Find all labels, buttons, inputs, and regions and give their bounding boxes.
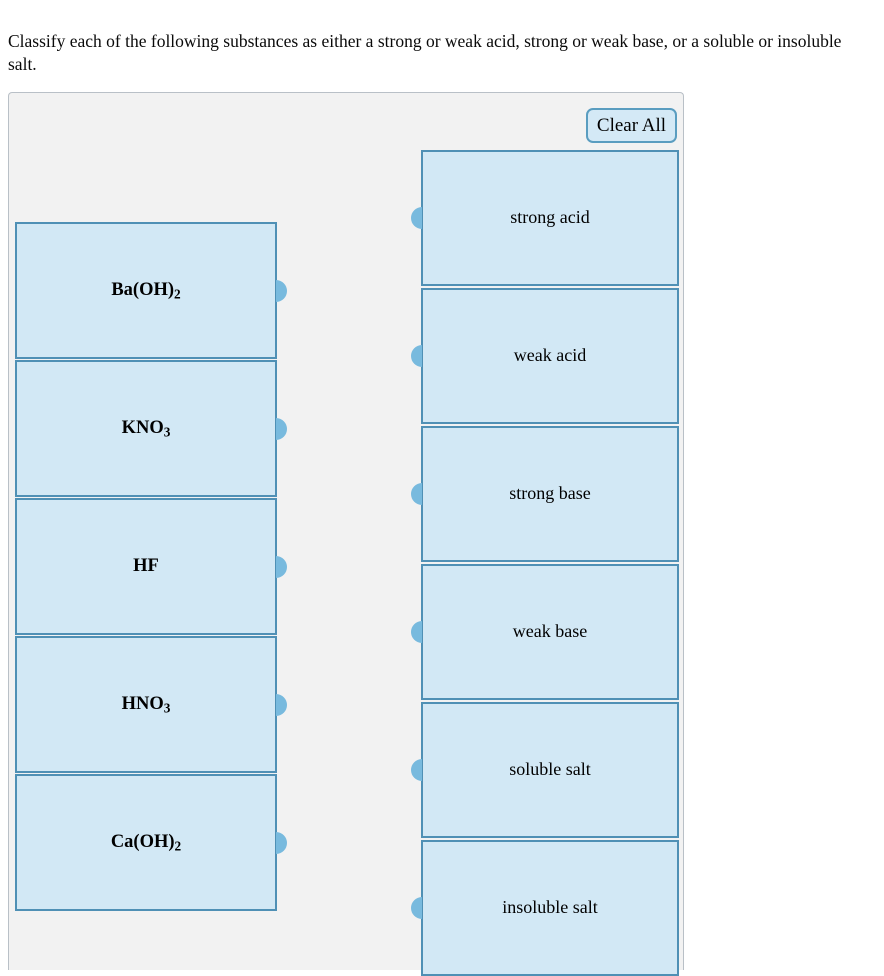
connector-knob-icon[interactable]: [276, 555, 287, 578]
category-label: weak base: [512, 621, 588, 642]
substance-ba-oh-2[interactable]: Ba(OH)2: [15, 222, 287, 359]
question-prompt: Classify each of the following substance…: [8, 31, 842, 75]
connector-knob-icon[interactable]: [276, 417, 287, 440]
category-label: strong base: [509, 483, 591, 504]
substance-ca-oh-2[interactable]: Ca(OH)2: [15, 774, 287, 911]
connector-knob-icon[interactable]: [276, 279, 287, 302]
substance-hf[interactable]: HF: [15, 498, 287, 635]
category-insoluble-salt[interactable]: insoluble salt: [411, 840, 679, 976]
category-weak-base[interactable]: weak base: [411, 564, 679, 700]
category-label: insoluble salt: [502, 897, 598, 918]
category-label: weak acid: [513, 345, 587, 366]
substance-label: Ba(OH)2: [111, 280, 181, 303]
connector-knob-icon[interactable]: [411, 207, 422, 229]
connector-knob-icon[interactable]: [276, 831, 287, 854]
substance-kno3[interactable]: KNO3: [15, 360, 287, 497]
connector-knob-icon[interactable]: [411, 483, 422, 505]
category-strong-base[interactable]: strong base: [411, 426, 679, 562]
substance-label: HF: [133, 556, 159, 577]
classification-activity-panel: Clear All Ba(OH)2 KNO3 HF HNO3 Ca(OH)2 stron…: [8, 92, 685, 976]
substance-hno3[interactable]: HNO3: [15, 636, 287, 773]
draggable-items-column: Ba(OH)2 KNO3 HF HNO3 Ca(OH)2: [15, 93, 295, 970]
connector-knob-icon[interactable]: [411, 759, 422, 781]
connector-knob-icon[interactable]: [411, 621, 422, 643]
substance-label: Ca(OH)2: [110, 832, 182, 855]
category-targets-column: strong acid weak acid strong base weak base…: [411, 93, 685, 976]
category-strong-acid[interactable]: strong acid: [411, 150, 679, 286]
connector-knob-icon[interactable]: [411, 345, 422, 367]
substance-label: HNO3: [121, 694, 171, 717]
connector-knob-icon[interactable]: [411, 897, 422, 919]
category-soluble-salt[interactable]: soluble salt: [411, 702, 679, 838]
category-label: soluble salt: [509, 759, 591, 780]
connector-knob-icon[interactable]: [276, 693, 287, 716]
category-weak-acid[interactable]: weak acid: [411, 288, 679, 424]
substance-label: KNO3: [121, 418, 171, 441]
category-label: strong acid: [510, 207, 590, 228]
